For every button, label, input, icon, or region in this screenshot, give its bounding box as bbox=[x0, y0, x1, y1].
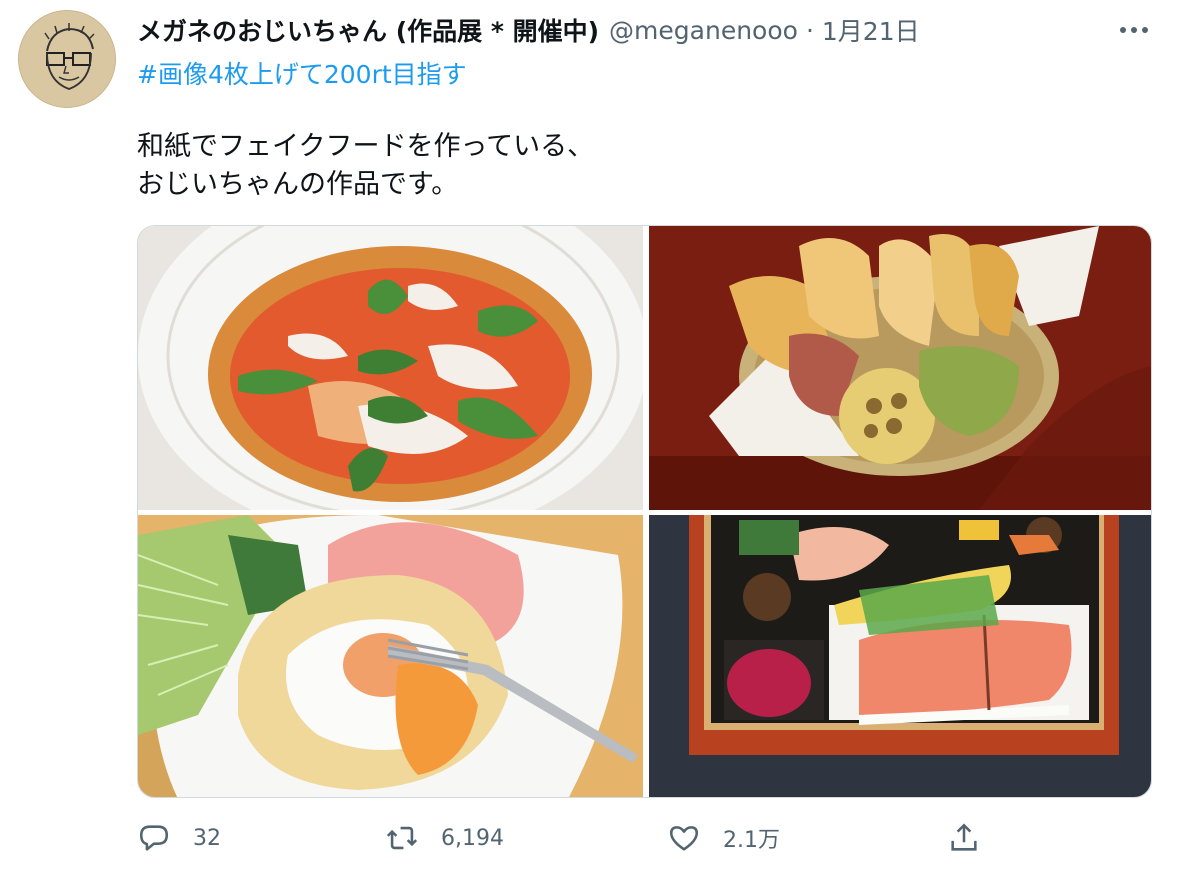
more-options-button[interactable] bbox=[1112, 12, 1156, 48]
like-button[interactable]: 2.1万 bbox=[667, 816, 780, 860]
tweet-header: メガネのおじいちゃん (作品展 * 開催中) @meganenooo · 1月2… bbox=[137, 12, 920, 48]
reply-icon bbox=[139, 825, 169, 851]
egg-ham-image[interactable] bbox=[138, 515, 643, 797]
tweet: メガネのおじいちゃん (作品展 * 開催中) @meganenooo · 1月2… bbox=[0, 0, 1202, 882]
display-name[interactable]: メガネのおじいちゃん (作品展 * 開催中) bbox=[137, 12, 599, 48]
retweet-count: 6,194 bbox=[441, 825, 504, 851]
hashtag-link[interactable]: #画像4枚上げて200rt目指す bbox=[137, 55, 467, 91]
retweet-icon bbox=[386, 826, 418, 850]
tweet-actions: 32 6,194 2.1万 bbox=[137, 816, 997, 860]
pizza-image[interactable] bbox=[138, 226, 643, 510]
like-count: 2.1万 bbox=[723, 828, 780, 853]
heart-icon bbox=[669, 826, 699, 851]
tweet-text-line: おじいちゃんの作品です。 bbox=[137, 169, 459, 200]
bento-image[interactable] bbox=[649, 515, 1151, 797]
tweet-text-line: 和紙でフェイクフードを作っている、 bbox=[137, 131, 595, 162]
avatar[interactable] bbox=[18, 10, 116, 108]
media-grid bbox=[137, 225, 1152, 798]
tweet-date[interactable]: 1月21日 bbox=[822, 12, 920, 48]
avatar-drawing bbox=[19, 11, 115, 107]
reply-button[interactable]: 32 bbox=[137, 816, 221, 860]
share-icon bbox=[951, 823, 977, 851]
more-horizontal-icon bbox=[1120, 27, 1148, 33]
tempura-image[interactable] bbox=[649, 226, 1151, 510]
separator-dot: · bbox=[805, 15, 814, 45]
share-button[interactable] bbox=[947, 816, 981, 860]
user-handle[interactable]: @meganenooo bbox=[609, 16, 798, 45]
tweet-text: 和紙でフェイクフードを作っている、 おじいちゃんの作品です。 bbox=[137, 128, 594, 204]
reply-count: 32 bbox=[193, 825, 221, 851]
retweet-button[interactable]: 6,194 bbox=[385, 816, 504, 860]
